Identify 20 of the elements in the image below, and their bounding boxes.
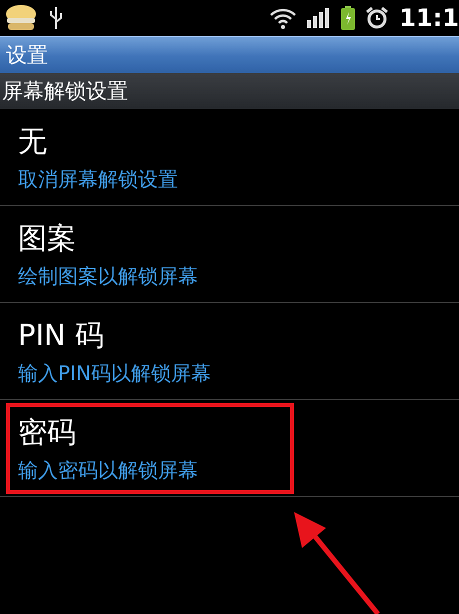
- option-subtitle: 输入PIN码以解锁屏幕: [18, 360, 211, 386]
- alarm-clock-icon: [365, 6, 390, 30]
- battery-icon: [341, 6, 356, 30]
- option-title: 图案: [18, 220, 77, 256]
- option-subtitle: 取消屏幕解锁设置: [18, 166, 178, 192]
- signal-icon: [307, 8, 332, 28]
- option-title: 无: [18, 122, 48, 160]
- app-icon: [4, 4, 38, 32]
- section-title: 屏幕解锁设置: [2, 78, 128, 105]
- option-title: PIN 码: [18, 316, 105, 354]
- option-title: 密码: [18, 414, 77, 450]
- lock-option[interactable]: 密码 输入密码以解锁屏幕: [0, 400, 459, 497]
- title-text: 设置: [6, 42, 48, 69]
- option-subtitle: 输入密码以解锁屏幕: [18, 456, 199, 484]
- status-time: 11:1: [399, 4, 459, 32]
- lock-option[interactable]: 无 取消屏幕解锁设置: [0, 109, 459, 206]
- wifi-icon: [269, 7, 298, 29]
- option-subtitle: 绘制图案以解锁屏幕: [18, 262, 198, 290]
- lock-option[interactable]: 图案 绘制图案以解锁屏幕: [0, 206, 459, 303]
- lock-option[interactable]: PIN 码 输入PIN码以解锁屏幕: [0, 303, 459, 400]
